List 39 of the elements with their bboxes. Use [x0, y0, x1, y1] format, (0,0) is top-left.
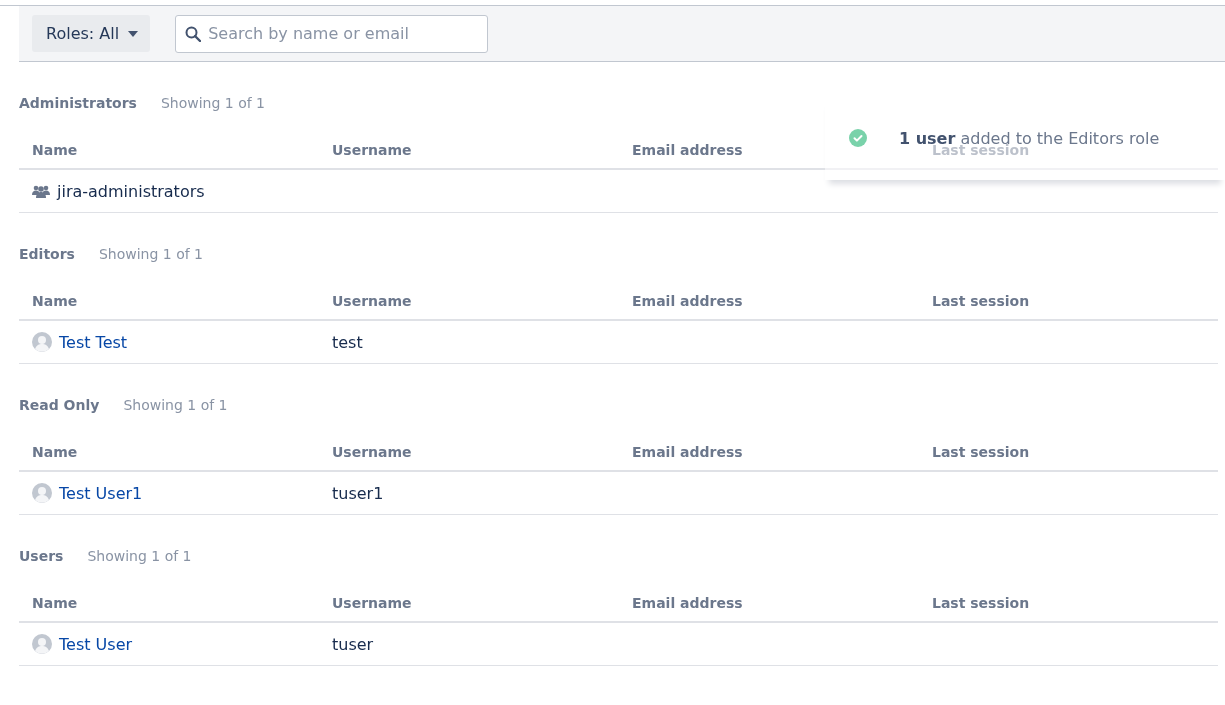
section-title: Administrators [19, 94, 137, 111]
user-name-link[interactable]: Test User1 [59, 483, 143, 503]
search-field[interactable]: Search by name or email [175, 14, 489, 53]
user-name-link[interactable]: Test User [59, 634, 133, 654]
showing-count: Showing 1 of 1 [87, 547, 192, 564]
caret-icon [128, 30, 139, 37]
avatar-icon [32, 483, 52, 503]
column-header: Name [31, 595, 79, 611]
column-header: Username [331, 595, 413, 611]
column-header: Name [31, 444, 79, 460]
column-header: Username [331, 444, 413, 460]
avatar-icon [32, 332, 52, 352]
column-header: Username [331, 142, 413, 158]
showing-count: Showing 1 of 1 [160, 94, 266, 111]
group-icon [32, 184, 50, 198]
group-name: jira-administrators [57, 181, 205, 201]
column-header: Email address [631, 595, 744, 611]
username-cell: tuser [332, 634, 374, 654]
column-header: Email address [631, 444, 744, 460]
section-title: Editors [19, 245, 75, 262]
check-circle-icon [849, 129, 867, 147]
column-header: Last session [931, 293, 1031, 309]
user-name-link[interactable]: Test Test [59, 332, 128, 352]
column-header: Name [31, 142, 79, 158]
column-header: Email address [631, 142, 744, 158]
roles-dropdown[interactable]: Roles: All [32, 15, 151, 52]
column-header: Email address [631, 293, 744, 309]
avatar-icon [32, 634, 52, 654]
column-header: Last session [931, 595, 1031, 611]
column-header: Last session [931, 444, 1031, 460]
column-header: Name [31, 293, 79, 309]
showing-count: Showing 1 of 1 [98, 245, 204, 262]
username-cell: test [332, 332, 363, 352]
showing-count: Showing 1 of 1 [123, 396, 228, 413]
username-cell: tuser1 [332, 483, 384, 503]
search-icon [185, 25, 202, 42]
section-title: Read Only [19, 396, 100, 413]
section-title: Users [19, 547, 64, 564]
column-header: Username [331, 293, 413, 309]
